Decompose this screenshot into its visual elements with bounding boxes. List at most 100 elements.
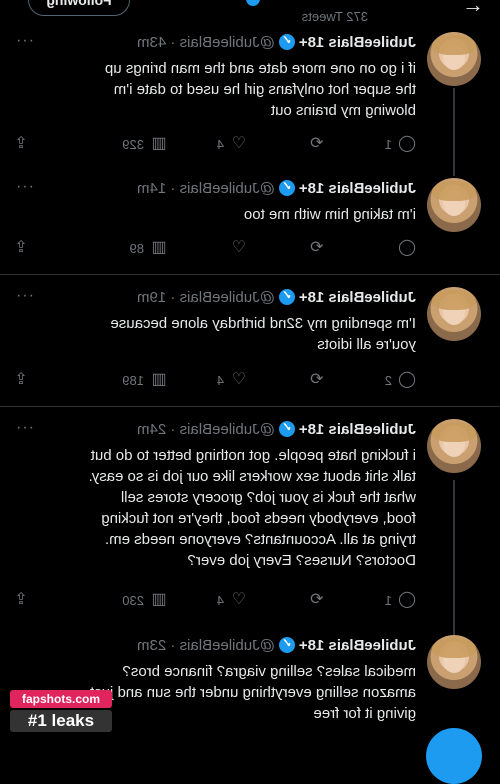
heart-icon: ♡	[231, 239, 247, 256]
tweet-actions: ◯ 2 ⟲ ♡ 4 ▥ 189 ⇪	[14, 371, 416, 393]
more-icon[interactable]: ···	[15, 178, 34, 196]
tweet[interactable]: JubileeBlais 18+@JubileeBlais · 24m ··· …	[0, 407, 500, 627]
reply-icon: ◯	[398, 371, 416, 388]
watermark: fapshots.com #1 leaks	[10, 690, 112, 732]
tweet-meta: JubileeBlais 18+ @JubileeBlais · 19m	[137, 289, 416, 306]
tweet-meta: JubileeBlais 18+ @JubileeBlais · 43m	[137, 34, 416, 51]
share-icon: ⇪	[14, 371, 28, 388]
like-button[interactable]: ♡ 4	[217, 591, 248, 609]
tweet-meta: JubileeBlais 18+ @JubileeBlais · 14m	[137, 180, 416, 197]
tweet-meta: JubileeBlais 18+ @JubileeBlais · 24m	[137, 421, 416, 438]
verified-badge-icon	[246, 0, 260, 6]
tweet-text: medical sales? selling viagra? finance b…	[89, 663, 416, 722]
heart-icon: ♡	[231, 135, 247, 152]
retweet-icon: ⟲	[310, 371, 324, 388]
share-icon: ⇪	[14, 239, 28, 256]
reply-button[interactable]: ◯ 1	[385, 135, 416, 153]
retweet-icon: ⟲	[310, 135, 324, 152]
avatar[interactable]	[427, 419, 481, 473]
verified-badge-icon	[278, 289, 295, 305]
verified-badge-icon	[278, 421, 295, 437]
heart-icon: ♡	[231, 591, 247, 608]
verified-badge-icon	[278, 180, 295, 196]
reply-button[interactable]: ◯	[392, 239, 416, 257]
handle-time[interactable]: @JubileeBlais · 24m	[137, 421, 275, 438]
tweet-actions: ◯ ⟲ ♡ ▥ 89 ⇪	[14, 239, 416, 261]
handle-time[interactable]: @JubileeBlais · 19m	[137, 289, 275, 306]
reply-count: 1	[384, 592, 392, 608]
share-button[interactable]: ⇪	[12, 591, 30, 609]
like-count: 4	[216, 372, 224, 388]
like-button[interactable]: ♡	[224, 239, 248, 257]
tweet[interactable]: JubileeBlais 18+@JubileeBlais · 43m ··· …	[0, 22, 500, 172]
reply-icon: ◯	[398, 135, 416, 152]
reply-count: 2	[384, 372, 392, 388]
tweet-text: i fucking hate people. got nothing bette…	[88, 447, 416, 569]
avatar[interactable]	[427, 635, 481, 689]
like-count: 4	[216, 136, 224, 152]
views-button[interactable]: ▥ 329	[122, 135, 168, 153]
display-name[interactable]: JubileeBlais 18+	[299, 289, 416, 306]
tweet-text: I'm spending my 32nd birthday alone beca…	[110, 315, 416, 353]
views-button[interactable]: ▥ 230	[122, 591, 168, 609]
tweet[interactable]: JubileeBlais 18+@JubileeBlais · 14m ··· …	[0, 172, 500, 275]
reply-icon: ◯	[398, 591, 416, 608]
views-icon: ▥	[151, 371, 167, 388]
back-arrow-icon[interactable]: ←	[462, 0, 484, 18]
share-button[interactable]: ⇪	[12, 239, 30, 257]
views-count: 89	[129, 240, 144, 256]
more-icon[interactable]: ···	[15, 419, 34, 437]
views-button[interactable]: ▥ 189	[122, 371, 168, 389]
following-button[interactable]: Following	[28, 0, 130, 16]
retweet-button[interactable]: ⟲	[308, 371, 326, 389]
display-name[interactable]: JubileeBlais 18+	[299, 180, 416, 197]
views-count: 189	[122, 372, 144, 388]
heart-icon: ♡	[231, 371, 247, 388]
watermark-tagline: #1 leaks	[10, 710, 112, 732]
retweet-icon: ⟲	[310, 591, 324, 608]
handle-time[interactable]: @JubileeBlais · 43m	[137, 34, 275, 51]
handle-time[interactable]: @JubileeBlais · 23m	[137, 637, 275, 654]
views-button[interactable]: ▥ 89	[130, 239, 168, 257]
like-button[interactable]: ♡ 4	[217, 135, 248, 153]
reply-button[interactable]: ◯ 1	[385, 591, 416, 609]
avatar[interactable]	[427, 178, 481, 232]
tweet-actions: ◯ 1 ⟲ ♡ 4 ▥ 329 ⇪	[14, 135, 416, 157]
avatar[interactable]	[427, 287, 481, 341]
tweet-meta: JubileeBlais 18+ @JubileeBlais · 23m	[137, 637, 416, 654]
handle-time[interactable]: @JubileeBlais · 14m	[137, 180, 275, 197]
mirrored-feed: ← 372 Tweets Following JubileeBlais 18+@…	[0, 0, 500, 784]
display-name[interactable]: JubileeBlais 18+	[299, 34, 416, 51]
display-name[interactable]: JubileeBlais 18+	[299, 637, 416, 654]
share-icon: ⇪	[14, 135, 28, 152]
retweet-button[interactable]: ⟲	[308, 135, 326, 153]
watermark-site: fapshots.com	[10, 690, 112, 708]
tweet[interactable]: JubileeBlais 18+@JubileeBlais · 19m ··· …	[0, 275, 500, 407]
share-button[interactable]: ⇪	[12, 371, 30, 389]
views-icon: ▥	[151, 135, 167, 152]
reply-button[interactable]: ◯ 2	[385, 371, 416, 389]
retweet-button[interactable]: ⟲	[308, 239, 326, 257]
display-name[interactable]: JubileeBlais 18+	[299, 421, 416, 438]
retweet-button[interactable]: ⟲	[308, 591, 326, 609]
tweet-text: i'm taking him with me too	[243, 206, 416, 223]
views-count: 230	[122, 592, 144, 608]
share-icon: ⇪	[14, 591, 28, 608]
verified-badge-icon	[278, 34, 295, 50]
reply-icon: ◯	[398, 239, 416, 256]
like-button[interactable]: ♡ 4	[217, 371, 248, 389]
views-count: 329	[122, 136, 144, 152]
share-button[interactable]: ⇪	[12, 135, 30, 153]
tweet-text: if i go on one more date and the man bri…	[104, 60, 416, 119]
like-count: 4	[216, 592, 224, 608]
more-icon[interactable]: ···	[15, 287, 34, 305]
avatar[interactable]	[427, 32, 481, 86]
more-icon[interactable]: ···	[15, 32, 34, 50]
tweet-actions: ◯ 1 ⟲ ♡ 4 ▥ 230 ⇪	[14, 591, 416, 613]
reply-count: 1	[384, 136, 392, 152]
retweet-icon: ⟲	[310, 239, 324, 256]
verified-badge-icon	[278, 637, 295, 653]
compose-tweet-button[interactable]	[426, 728, 482, 784]
views-icon: ▥	[151, 239, 167, 256]
views-icon: ▥	[151, 591, 167, 608]
